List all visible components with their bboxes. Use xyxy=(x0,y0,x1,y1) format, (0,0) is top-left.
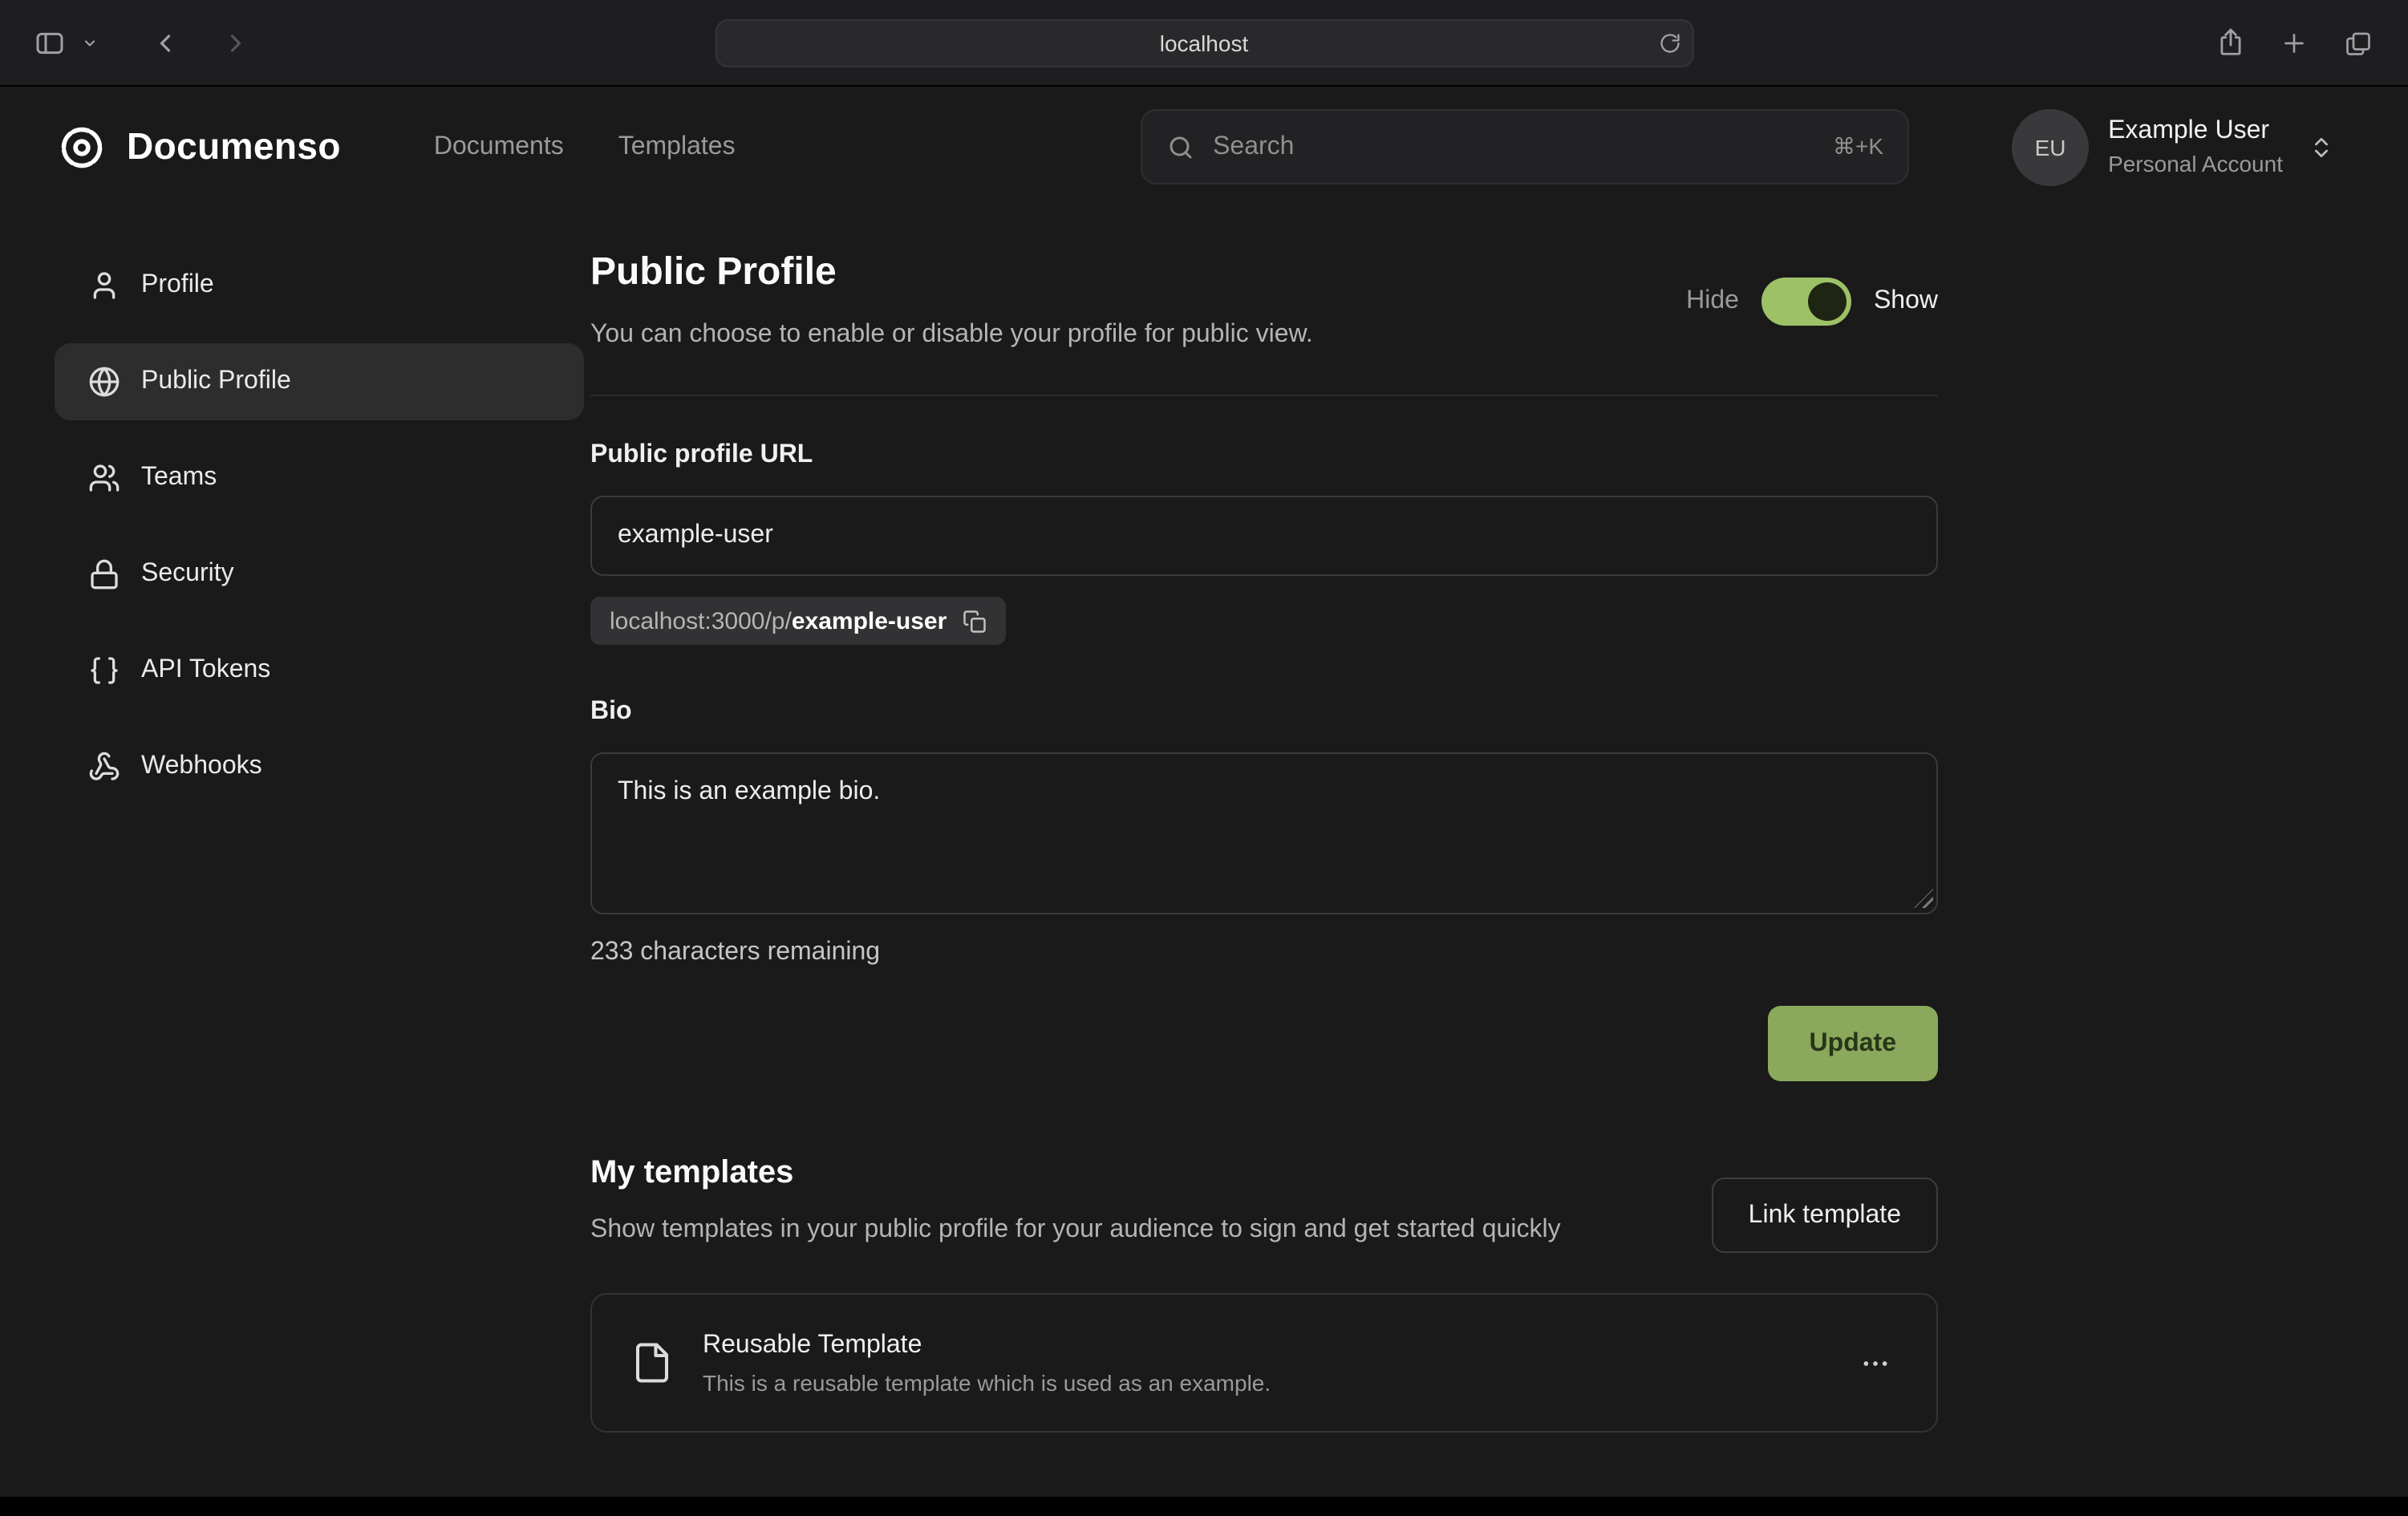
my-templates-description: Show templates in your public profile fo… xyxy=(590,1210,1713,1251)
braces-icon xyxy=(88,655,120,687)
template-description: This is a reusable template which is use… xyxy=(703,1369,1271,1395)
sidebar-item-webhooks[interactable]: Webhooks xyxy=(55,728,584,805)
bio-textarea[interactable] xyxy=(590,752,1938,914)
sidebar-item-teams[interactable]: Teams xyxy=(55,440,584,517)
copy-icon[interactable] xyxy=(963,609,987,633)
brand-logo[interactable]: Documenso xyxy=(58,123,341,171)
link-template-button[interactable]: Link template xyxy=(1712,1178,1938,1253)
search-input[interactable] xyxy=(1213,132,1815,161)
sidebar-item-security[interactable]: Security xyxy=(55,536,584,613)
nav-templates[interactable]: Templates xyxy=(618,132,736,161)
user-account-type: Personal Account xyxy=(2108,151,2283,176)
sidebar-item-label: API Tokens xyxy=(141,656,270,685)
sidebar-toggle-icon[interactable] xyxy=(26,18,74,67)
back-icon[interactable] xyxy=(141,18,189,67)
avatar: EU xyxy=(2012,108,2089,185)
toggle-knob xyxy=(1808,282,1847,321)
browser-chrome: localhost xyxy=(0,0,2408,87)
user-menu[interactable]: EU Example User Personal Account xyxy=(2012,108,2334,185)
screen: localhost Documenso Documents xyxy=(0,0,2408,1516)
sidebar-item-label: Security xyxy=(141,560,234,589)
search-icon xyxy=(1166,132,1195,161)
url-field-label: Public profile URL xyxy=(590,438,1938,473)
webhook-icon xyxy=(88,751,120,783)
globe-icon xyxy=(88,366,120,398)
top-nav: Documents Templates xyxy=(434,132,736,161)
template-card: Reusable Template This is a reusable tem… xyxy=(590,1293,1938,1433)
settings-sidebar: Profile Public Profile Teams Security AP… xyxy=(0,207,590,1433)
sidebar-item-label: Teams xyxy=(141,464,217,492)
update-button[interactable]: Update xyxy=(1768,1006,1938,1081)
nav-documents[interactable]: Documents xyxy=(434,132,564,161)
url-prefix: localhost:3000/p/ xyxy=(610,607,792,634)
sidebar-item-profile[interactable]: Profile xyxy=(55,247,584,324)
brand-name: Documenso xyxy=(127,125,341,168)
url-text: localhost xyxy=(1160,30,1249,56)
bio-label: Bio xyxy=(590,695,1938,730)
show-label: Show xyxy=(1874,287,1938,316)
new-tab-icon[interactable] xyxy=(2270,18,2318,67)
app-window: Documenso Documents Templates ⌘+K EU Exa… xyxy=(0,87,2408,1497)
search-bar[interactable]: ⌘+K xyxy=(1141,109,1909,184)
address-bar[interactable]: localhost xyxy=(715,19,1693,67)
profile-url-chip[interactable]: localhost:3000/p/example-user xyxy=(590,597,1006,645)
ellipsis-menu-icon[interactable] xyxy=(1853,1340,1898,1385)
my-templates-section: My templates Show templates in your publ… xyxy=(590,1152,1938,1433)
page-subtitle: You can choose to enable or disable your… xyxy=(590,316,1313,355)
sidebar-item-label: Profile xyxy=(141,271,214,300)
tabs-overview-icon[interactable] xyxy=(2334,18,2382,67)
public-profile-url-input[interactable] xyxy=(590,496,1938,576)
template-name: Reusable Template xyxy=(703,1331,1271,1360)
lock-icon xyxy=(88,558,120,590)
search-shortcut: ⌘+K xyxy=(1833,133,1883,160)
share-icon[interactable] xyxy=(2206,18,2254,67)
profile-visibility-toggle[interactable] xyxy=(1761,278,1851,326)
sidebar-item-public-profile[interactable]: Public Profile xyxy=(55,343,584,420)
chevrons-up-down-icon xyxy=(2309,134,2334,160)
app-header: Documenso Documents Templates ⌘+K EU Exa… xyxy=(0,87,2408,207)
user-icon xyxy=(88,270,120,302)
file-icon xyxy=(630,1341,674,1384)
main-content: Public Profile You can choose to enable … xyxy=(590,207,1938,1433)
divider xyxy=(590,395,1938,396)
url-slug: example-user xyxy=(792,607,947,634)
refresh-icon[interactable] xyxy=(1658,32,1680,55)
visibility-control: Hide Show xyxy=(1686,278,1938,326)
sidebar-item-label: Public Profile xyxy=(141,367,291,396)
sidebar-item-label: Webhooks xyxy=(141,752,262,781)
sidebar-item-api-tokens[interactable]: API Tokens xyxy=(55,632,584,709)
user-name: Example User xyxy=(2108,117,2283,146)
hide-label: Hide xyxy=(1686,287,1739,316)
chevron-down-icon[interactable] xyxy=(77,18,103,67)
characters-remaining: 233 characters remaining xyxy=(590,935,1938,971)
page-title: Public Profile xyxy=(590,249,1313,297)
forward-icon xyxy=(212,18,260,67)
documenso-logo-icon xyxy=(58,123,106,171)
users-icon xyxy=(88,462,120,494)
